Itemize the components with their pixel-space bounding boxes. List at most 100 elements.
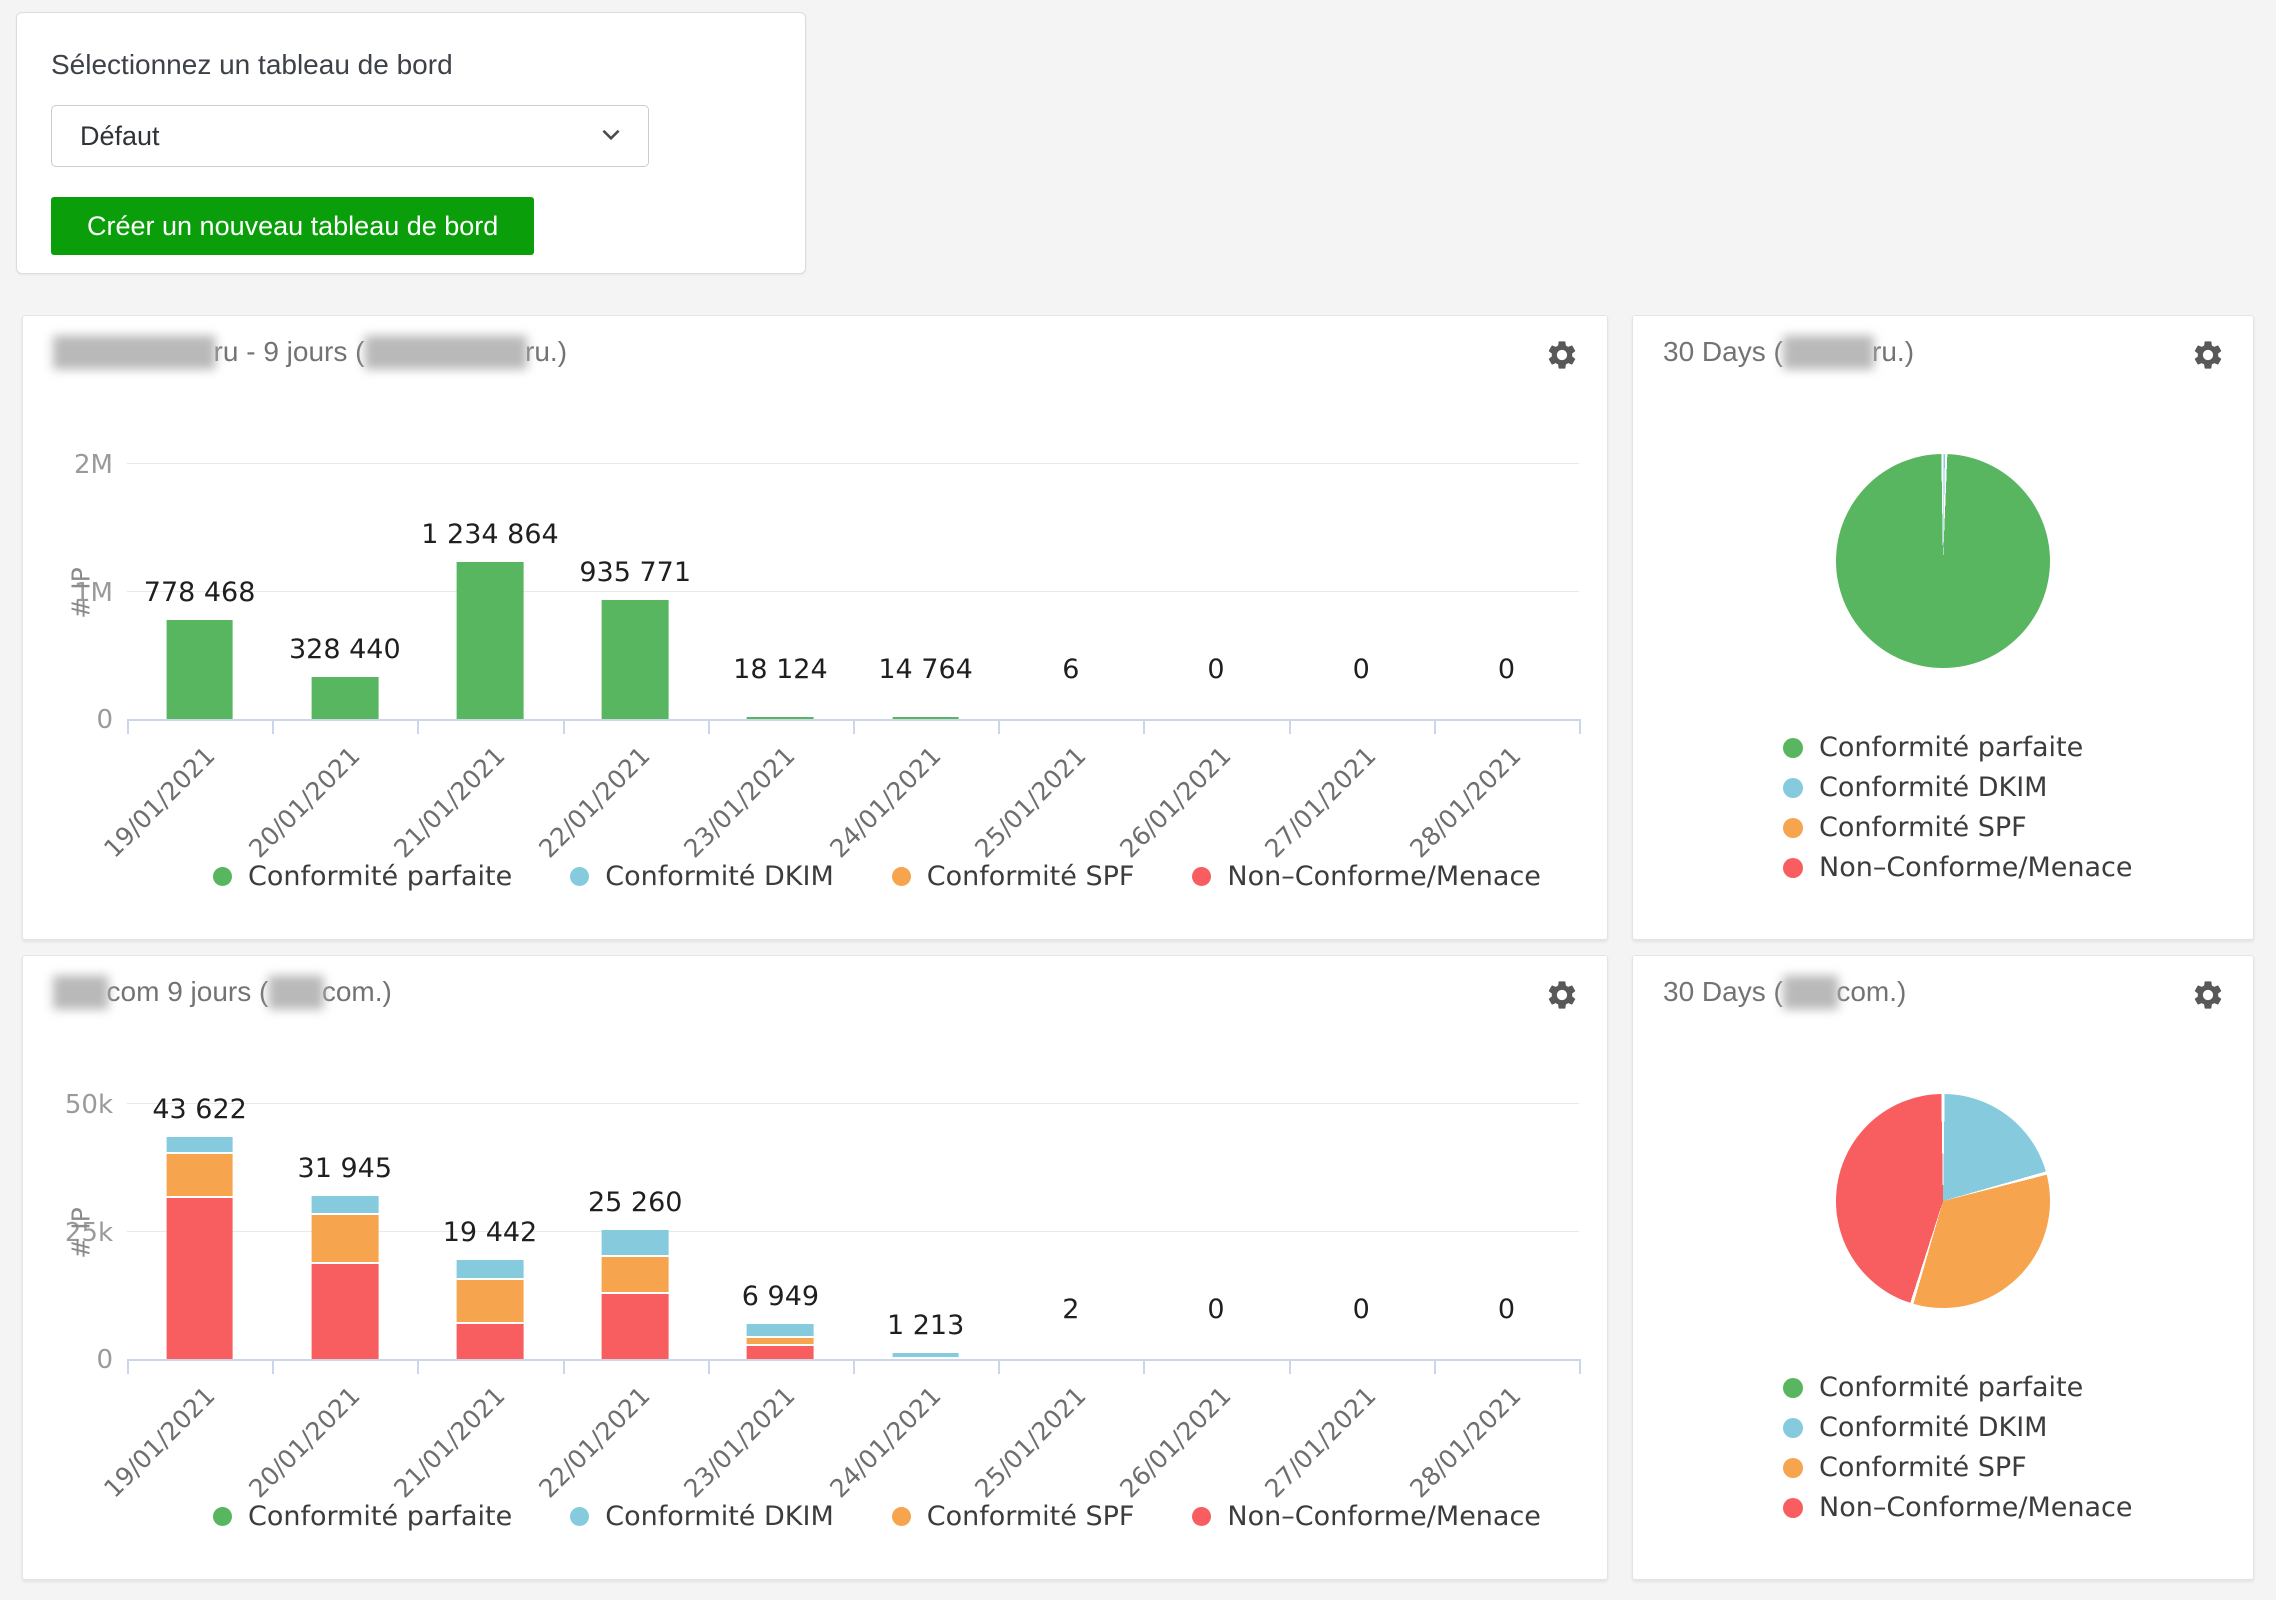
x-axis-date-label: 27/01/2021 xyxy=(1259,741,1381,863)
create-dashboard-button[interactable]: Créer un nouveau tableau de bord xyxy=(51,197,534,255)
legend-dot-icon xyxy=(1783,1498,1803,1518)
bar-column: 19 44221/01/2021 xyxy=(417,1106,562,1359)
legend-item[interactable]: Conformité DKIM xyxy=(1783,772,2133,803)
legend-item[interactable]: Conformité DKIM xyxy=(1783,1412,2133,1443)
x-axis-tick xyxy=(272,1359,274,1374)
bar-segment xyxy=(602,1294,669,1359)
x-axis-date-label: 28/01/2021 xyxy=(1405,741,1527,863)
legend-label: Conformité parfaite xyxy=(248,1501,512,1532)
x-axis-tick xyxy=(998,719,1000,734)
legend-item[interactable]: Conformité SPF xyxy=(892,1501,1135,1532)
dashboard-selector-card: Sélectionnez un tableau de bord Défaut C… xyxy=(16,12,806,274)
x-axis-date-label: 27/01/2021 xyxy=(1259,1381,1381,1503)
legend-dot-icon xyxy=(213,1507,232,1526)
legend-label: Conformité SPF xyxy=(927,861,1135,892)
bar-stack xyxy=(747,1324,814,1359)
x-axis-date-label: 19/01/2021 xyxy=(98,1381,220,1503)
panel-pie-ru: 30 Days (█████ru.) Conformité parfaiteCo… xyxy=(1632,315,2254,940)
x-axis-tick xyxy=(1434,1359,1436,1374)
legend-item[interactable]: Conformité DKIM xyxy=(570,861,833,892)
bar-value-label: 1 213 xyxy=(887,1310,964,1341)
x-axis-date-label: 19/01/2021 xyxy=(98,741,220,863)
legend-item[interactable]: Non–Conforme/Menace xyxy=(1783,1492,2133,1523)
bar-segment xyxy=(747,1346,814,1359)
y-axis-tick-label: 0 xyxy=(96,705,113,735)
legend-label: Conformité DKIM xyxy=(1819,772,2047,803)
bar-cells: 43 62219/01/202131 94520/01/202119 44221… xyxy=(127,1106,1579,1359)
bar-value-label: 19 442 xyxy=(443,1217,537,1248)
bar-column: 328 44020/01/2021 xyxy=(272,466,417,719)
bar-value-label: 31 945 xyxy=(298,1153,392,1184)
bar-column: 935 77122/01/2021 xyxy=(563,466,708,719)
x-axis-date-label: 20/01/2021 xyxy=(243,741,365,863)
x-axis-date-label: 22/01/2021 xyxy=(533,741,655,863)
legend-item[interactable]: Conformité SPF xyxy=(1783,812,2133,843)
x-axis-tick xyxy=(1143,719,1145,734)
legend-item[interactable]: Non–Conforme/Menace xyxy=(1192,1501,1541,1532)
legend-item[interactable]: Conformité parfaite xyxy=(1783,1372,2133,1403)
bar-column: 225/01/2021 xyxy=(998,1106,1143,1359)
bar-value-label: 0 xyxy=(1498,654,1515,685)
chevron-down-icon xyxy=(598,121,624,152)
bar-value-label: 0 xyxy=(1207,654,1224,685)
bar-cells: 778 46819/01/2021328 44020/01/20211 234 … xyxy=(127,466,1579,719)
bar-segment xyxy=(457,562,524,719)
legend-item[interactable]: Conformité parfaite xyxy=(1783,732,2133,763)
bar-segment xyxy=(166,1154,233,1198)
bar-column: 625/01/2021 xyxy=(998,466,1143,719)
bar-value-label: 0 xyxy=(1207,1294,1224,1325)
legend-item[interactable]: Conformité DKIM xyxy=(570,1501,833,1532)
bar-column: 026/01/2021 xyxy=(1143,1106,1288,1359)
bar-value-label: 18 124 xyxy=(733,654,827,685)
bar-stack xyxy=(892,717,959,719)
pie-graphic xyxy=(1836,1094,2050,1308)
x-axis-date-label: 23/01/2021 xyxy=(679,741,801,863)
bar-column: 1 21324/01/2021 xyxy=(853,1106,998,1359)
x-axis-date-label: 21/01/2021 xyxy=(388,741,510,863)
pie-graphic xyxy=(1836,454,2050,668)
legend-item[interactable]: Non–Conforme/Menace xyxy=(1192,861,1541,892)
legend-item[interactable]: Conformité parfaite xyxy=(213,861,512,892)
bar-column: 778 46819/01/2021 xyxy=(127,466,272,719)
x-axis-date-label: 26/01/2021 xyxy=(1114,741,1236,863)
legend-label: Non–Conforme/Menace xyxy=(1227,1501,1541,1532)
x-axis-date-label: 21/01/2021 xyxy=(388,1381,510,1503)
bar-segment xyxy=(311,1264,378,1359)
legend-item[interactable]: Conformité SPF xyxy=(892,861,1135,892)
x-axis-tick xyxy=(1143,1359,1145,1374)
x-axis-tick xyxy=(127,1359,129,1374)
legend-dot-icon xyxy=(570,867,589,886)
bar-column: 25 26022/01/2021 xyxy=(563,1106,708,1359)
legend-label: Conformité parfaite xyxy=(1819,1372,2083,1403)
bar-segment xyxy=(457,1280,524,1324)
bar-stack xyxy=(311,677,378,719)
x-axis-tick xyxy=(127,719,129,734)
bar-stack xyxy=(311,1196,378,1359)
bar-value-label: 778 468 xyxy=(144,577,256,608)
legend-item[interactable]: Conformité SPF xyxy=(1783,1452,2133,1483)
legend-label: Non–Conforme/Menace xyxy=(1227,861,1541,892)
y-axis-tick-label: 2M xyxy=(74,450,113,480)
legend-item[interactable]: Non–Conforme/Menace xyxy=(1783,852,2133,883)
bar-segment xyxy=(892,717,959,719)
bar-segment xyxy=(747,717,814,719)
bar-segment xyxy=(311,1215,378,1264)
legend-label: Conformité parfaite xyxy=(1819,732,2083,763)
bar-segment xyxy=(166,620,233,719)
legend-label: Conformité DKIM xyxy=(1819,1412,2047,1443)
dashboard-select[interactable]: Défaut xyxy=(51,105,649,167)
bar-value-label: 25 260 xyxy=(588,1187,682,1218)
x-axis-date-label: 26/01/2021 xyxy=(1114,1381,1236,1503)
legend-item[interactable]: Conformité parfaite xyxy=(213,1501,512,1532)
bar-column: 43 62219/01/2021 xyxy=(127,1106,272,1359)
legend-label: Conformité parfaite xyxy=(248,861,512,892)
bar-segment xyxy=(747,1338,814,1345)
legend-label: Conformité SPF xyxy=(927,1501,1135,1532)
bar-segment xyxy=(457,1324,524,1359)
bar-segment xyxy=(311,1196,378,1215)
x-axis-tick xyxy=(417,719,419,734)
x-axis-tick xyxy=(1579,1359,1581,1374)
x-axis-tick xyxy=(563,719,565,734)
x-axis-date-label: 28/01/2021 xyxy=(1405,1381,1527,1503)
bar-stack xyxy=(602,1230,669,1359)
